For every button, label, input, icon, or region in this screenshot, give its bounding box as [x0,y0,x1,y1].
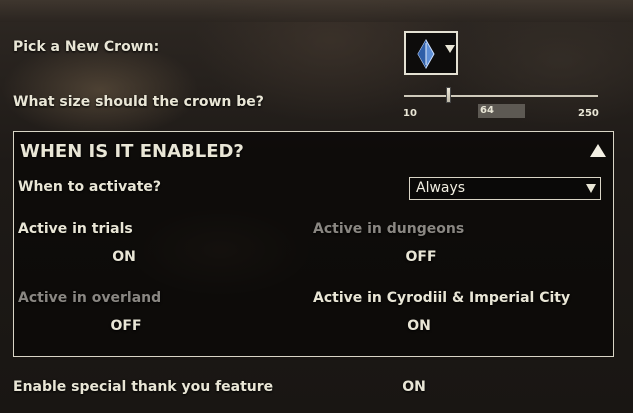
activate-dropdown-value: Always [416,180,466,196]
cyrodiil-toggle[interactable]: ON [389,318,449,334]
slider-value-field[interactable]: 64 [478,104,525,118]
activate-label: When to activate? [18,179,162,195]
chevron-down-icon [586,184,596,193]
crown-dropdown[interactable] [404,31,458,75]
cyrodiil-label: Active in Cyrodiil & Imperial City [313,290,571,306]
thanks-label: Enable special thank you feature [13,379,274,395]
crown-label: Pick a New Crown: [13,39,160,55]
dungeons-toggle[interactable]: OFF [391,249,451,265]
activate-dropdown[interactable]: Always [409,177,601,200]
trials-toggle[interactable]: ON [94,249,154,265]
collapse-arrow-icon[interactable] [590,144,606,157]
blue-crystal-crown-icon [417,39,435,69]
overland-label: Active in overland [18,290,162,306]
dungeons-label: Active in dungeons [313,221,465,237]
size-label: What size should the crown be? [13,94,264,110]
trials-label: Active in trials [18,221,133,237]
overland-toggle[interactable]: OFF [96,318,156,334]
background-texture [0,0,633,22]
slider-max-label: 250 [578,108,599,119]
slider-min-label: 10 [403,108,417,119]
panel-title: WHEN IS IT ENABLED? [20,141,244,162]
size-slider-track[interactable] [404,95,598,97]
thanks-toggle[interactable]: ON [384,379,444,395]
chevron-down-icon [445,45,455,53]
size-slider-handle[interactable] [445,87,451,103]
